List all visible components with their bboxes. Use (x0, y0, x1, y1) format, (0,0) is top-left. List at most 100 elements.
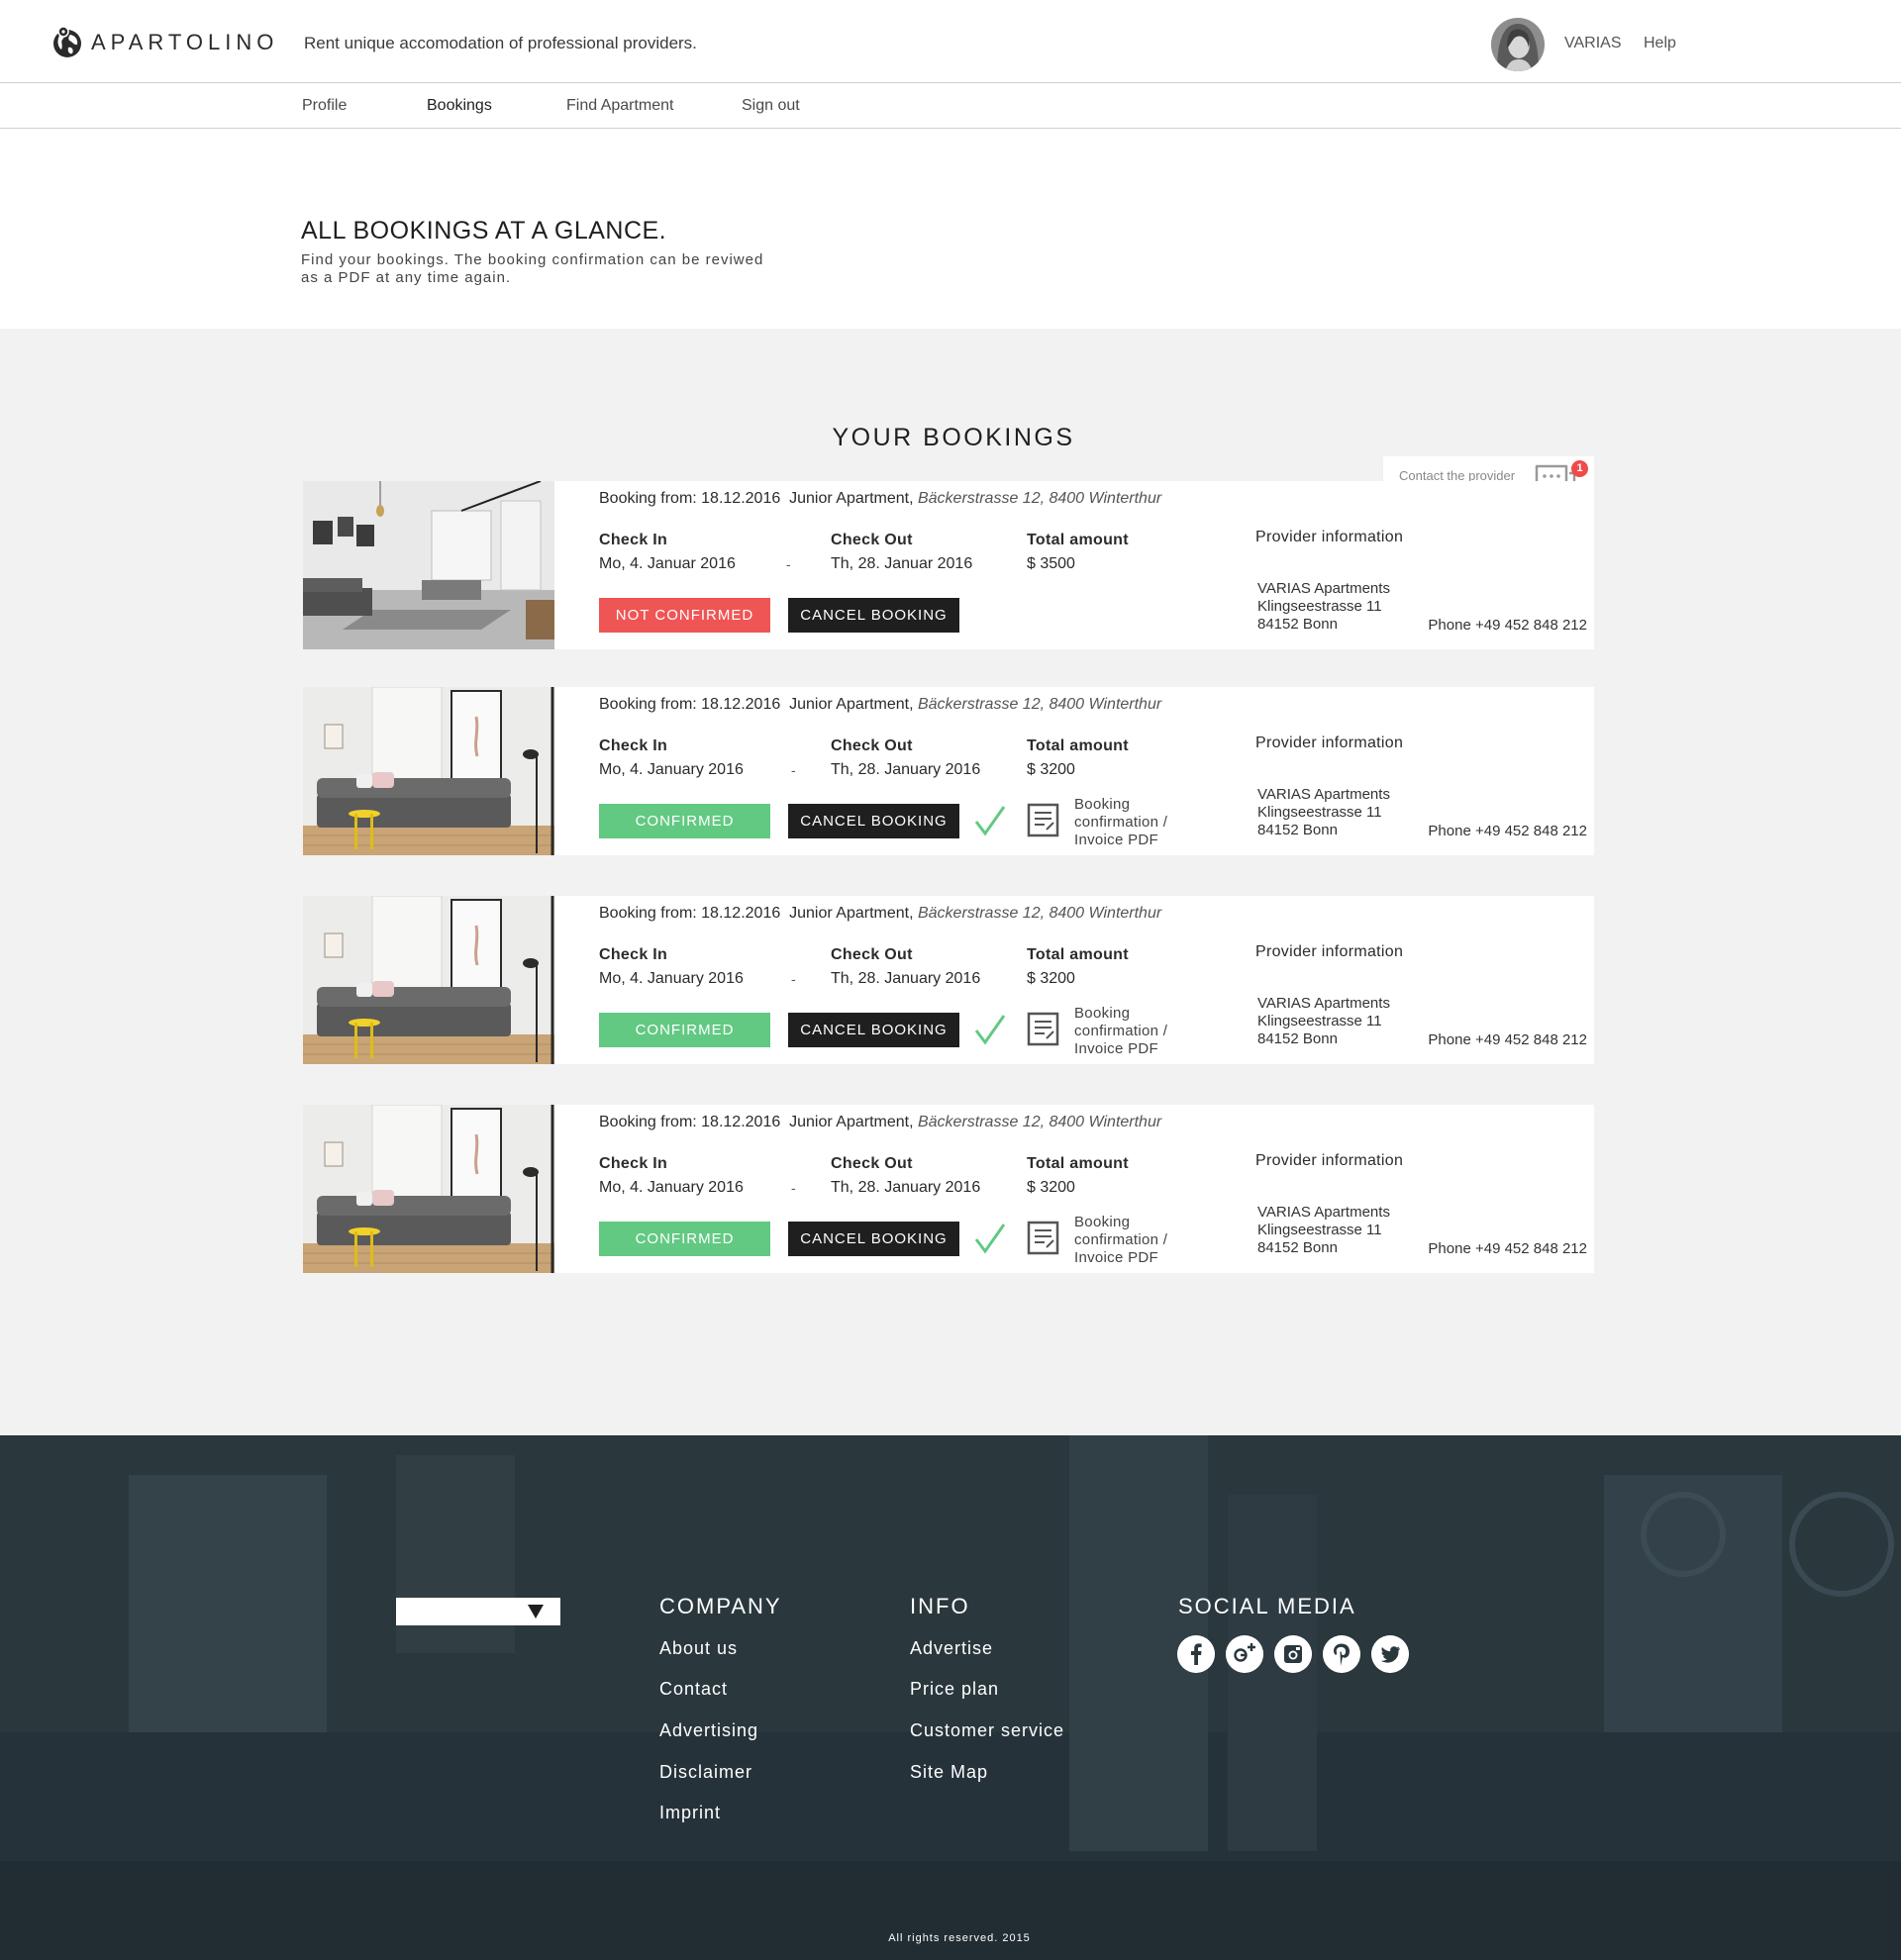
provider-city: 84152 Bonn (1257, 1239, 1338, 1256)
booking-pdf-link[interactable]: Booking confirmation / Invoice PDF (1074, 796, 1203, 849)
language-select[interactable] (396, 1598, 560, 1625)
booking-date: Booking from: 18.12.2016 (599, 490, 781, 507)
help-link[interactable]: Help (1644, 35, 1676, 52)
total-amount-label: Total amount (1027, 1155, 1129, 1172)
twitter-icon[interactable] (1371, 1635, 1409, 1673)
checkmark-icon (974, 1224, 1006, 1254)
apartment-photo[interactable] (303, 687, 554, 855)
provider-name: VARIAS Apartments (1257, 786, 1390, 803)
footer-link-customer-service[interactable]: Customer service (910, 1720, 1064, 1741)
instagram-icon[interactable] (1274, 1635, 1312, 1673)
tagline: Rent unique accomodation of professional… (304, 34, 697, 52)
provider-city: 84152 Bonn (1257, 616, 1338, 633)
booking-pdf-link[interactable]: Booking confirmation / Invoice PDF (1074, 1214, 1203, 1267)
booking-summary: Booking from: 18.12.2016 Junior Apartmen… (599, 905, 1161, 923)
footer-link-disclaimer[interactable]: Disclaimer (659, 1762, 752, 1783)
footer-link-about-us[interactable]: About us (659, 1638, 738, 1659)
total-amount-value: $ 3200 (1027, 970, 1075, 987)
check-out-value: Th, 28. Januar 2016 (831, 555, 973, 572)
apartment-photo[interactable] (303, 481, 554, 649)
provider-street: Klingseestrasse 11 (1257, 1222, 1382, 1238)
status-badge-confirmed: CONFIRMED (599, 804, 770, 838)
booking-pdf-link[interactable]: Booking confirmation / Invoice PDF (1074, 1005, 1203, 1058)
brand-name: APARTOLINO (91, 30, 279, 54)
total-amount-label: Total amount (1027, 946, 1129, 963)
provider-info-title: Provider information (1255, 735, 1404, 751)
nav-item-profile[interactable]: Profile (302, 97, 347, 115)
nav-item-sign-out[interactable]: Sign out (742, 97, 800, 115)
total-amount-value: $ 3500 (1027, 555, 1075, 572)
site-footer: COMPANY About us Contact Advertising Dis… (0, 1435, 1901, 1960)
footer-link-advertising[interactable]: Advertising (659, 1720, 758, 1741)
cancel-booking-button[interactable]: CANCEL BOOKING (788, 598, 959, 633)
provider-address: VARIAS Apartments Klingseestrasse 11 841… (1257, 786, 1390, 839)
footer-link-contact[interactable]: Contact (659, 1679, 728, 1700)
apartment-name: Junior Apartment, (789, 1114, 914, 1130)
check-in-label: Check In (599, 532, 668, 548)
top-header: APARTOLINO Rent unique accomodation of p… (0, 0, 1901, 83)
cancel-booking-button[interactable]: CANCEL BOOKING (788, 1222, 959, 1256)
check-out-label: Check Out (831, 946, 913, 963)
check-in-label: Check In (599, 946, 668, 963)
pdf-document-icon[interactable] (1027, 1012, 1059, 1046)
provider-street: Klingseestrasse 11 (1257, 598, 1382, 615)
booking-summary: Booking from: 18.12.2016 Junior Apartmen… (599, 1114, 1161, 1131)
apartment-name: Junior Apartment, (789, 490, 914, 507)
booking-date: Booking from: 18.12.2016 (599, 696, 781, 713)
check-out-value: Th, 28. January 2016 (831, 970, 981, 987)
user-menu-link[interactable]: VARIAS (1564, 35, 1622, 52)
apartment-address: Bäckerstrasse 12, 8400 Winterthur (917, 490, 1162, 507)
unread-badge: 1 (1571, 460, 1588, 477)
total-amount-value: $ 3200 (1027, 761, 1075, 778)
check-in-value: Mo, 4. January 2016 (599, 1179, 744, 1196)
provider-address: VARIAS Apartments Klingseestrasse 11 841… (1257, 1204, 1390, 1257)
provider-info-title: Provider information (1255, 943, 1404, 960)
footer-social-heading: SOCIAL MEDIA (1178, 1594, 1356, 1618)
footer-info-heading: INFO (910, 1594, 970, 1618)
total-amount-label: Total amount (1027, 737, 1129, 754)
pdf-document-icon[interactable] (1027, 1221, 1059, 1255)
apartment-address: Bäckerstrasse 12, 8400 Winterthur (917, 905, 1162, 922)
booking-card: Booking from: 18.12.2016 Junior Apartmen… (303, 687, 1594, 855)
booking-date: Booking from: 18.12.2016 (599, 1114, 781, 1130)
footer-link-advertise[interactable]: Advertise (910, 1638, 993, 1659)
provider-phone: Phone +49 452 848 212 (1428, 823, 1587, 839)
chevron-down-icon (528, 1605, 544, 1618)
google-plus-icon[interactable] (1226, 1635, 1263, 1673)
facebook-icon[interactable] (1177, 1635, 1215, 1673)
status-badge-confirmed: CONFIRMED (599, 1013, 770, 1047)
brand-logo[interactable]: APARTOLINO (51, 26, 278, 59)
nav-item-bookings[interactable]: Bookings (427, 97, 492, 115)
cancel-booking-button[interactable]: CANCEL BOOKING (788, 1013, 959, 1047)
apartment-name: Junior Apartment, (789, 905, 914, 922)
page-title: ALL BOOKINGS AT A GLANCE. (301, 217, 667, 245)
main-nav: Profile Bookings Find Apartment Sign out (0, 84, 1901, 129)
apartment-address: Bäckerstrasse 12, 8400 Winterthur (917, 1114, 1162, 1130)
booking-card: Booking from: 18.12.2016 Junior Apartmen… (303, 1105, 1594, 1273)
apartment-photo[interactable] (303, 896, 554, 1064)
pinterest-icon[interactable] (1323, 1635, 1360, 1673)
check-out-label: Check Out (831, 1155, 913, 1172)
check-in-value: Mo, 4. January 2016 (599, 970, 744, 987)
provider-name: VARIAS Apartments (1257, 1204, 1390, 1221)
checkmark-icon (974, 1015, 1006, 1045)
footer-link-price-plan[interactable]: Price plan (910, 1679, 999, 1700)
avatar[interactable] (1491, 18, 1545, 71)
check-out-label: Check Out (831, 737, 913, 754)
provider-phone: Phone +49 452 848 212 (1428, 1031, 1587, 1048)
status-badge-confirmed: CONFIRMED (599, 1222, 770, 1256)
total-amount-value: $ 3200 (1027, 1179, 1075, 1196)
avatar-photo (1491, 18, 1545, 71)
provider-street: Klingseestrasse 11 (1257, 1013, 1382, 1029)
globe-pin-icon (53, 26, 81, 57)
booking-card: Booking from: 18.12.2016 Junior Apartmen… (303, 481, 1594, 649)
pdf-document-icon[interactable] (1027, 803, 1059, 837)
provider-street: Klingseestrasse 11 (1257, 804, 1382, 821)
footer-link-site-map[interactable]: Site Map (910, 1762, 988, 1783)
nav-item-find-apartment[interactable]: Find Apartment (566, 97, 674, 115)
footer-link-imprint[interactable]: Imprint (659, 1803, 721, 1823)
cancel-booking-button[interactable]: CANCEL BOOKING (788, 804, 959, 838)
apartment-photo[interactable] (303, 1105, 554, 1273)
check-in-label: Check In (599, 737, 668, 754)
provider-phone: Phone +49 452 848 212 (1428, 617, 1587, 634)
